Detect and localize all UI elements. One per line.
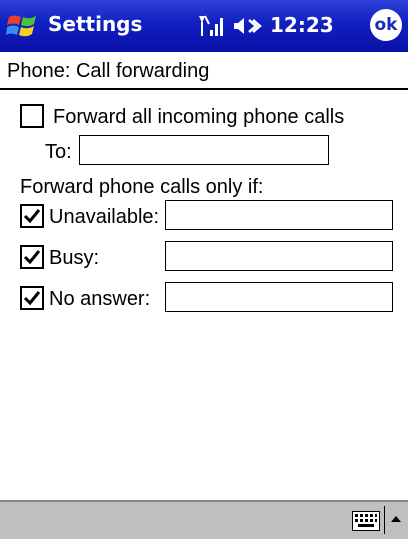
busy-label: Busy: [49, 247, 100, 269]
keyboard-icon[interactable] [352, 511, 380, 531]
no-answer-checkbox[interactable] [20, 286, 44, 310]
checkmark-icon [23, 209, 41, 224]
unavailable-label: Unavailable: [49, 206, 160, 228]
title-bar: Settings 12:23 ok [0, 0, 408, 52]
checkmark-icon [23, 291, 41, 306]
checkmark-icon [23, 250, 41, 265]
title: Settings [48, 12, 143, 36]
unavailable-input[interactable] [165, 200, 393, 230]
speaker-icon[interactable] [232, 14, 262, 38]
page-header: Phone: Call forwarding [0, 52, 408, 90]
forward-all-checkbox[interactable] [20, 104, 44, 128]
sip-separator [384, 506, 385, 534]
busy-checkbox[interactable] [20, 245, 44, 269]
unavailable-checkbox[interactable] [20, 204, 44, 228]
to-input[interactable] [79, 135, 329, 165]
conditional-heading: Forward phone calls only if: [20, 176, 264, 198]
windows-start-icon[interactable] [6, 11, 38, 41]
no-answer-label: No answer: [49, 288, 151, 310]
busy-input[interactable] [165, 241, 393, 271]
ok-button[interactable]: ok [370, 9, 402, 41]
no-answer-input[interactable] [165, 282, 393, 312]
clock[interactable]: 12:23 [270, 13, 334, 37]
to-label: To: [45, 141, 72, 163]
signal-icon[interactable] [198, 14, 226, 38]
sip-arrow-up-icon[interactable] [390, 514, 402, 524]
menu-bar [0, 500, 408, 539]
page-title: Phone: Call forwarding [7, 60, 210, 82]
forward-all-label: Forward all incoming phone calls [53, 106, 345, 128]
